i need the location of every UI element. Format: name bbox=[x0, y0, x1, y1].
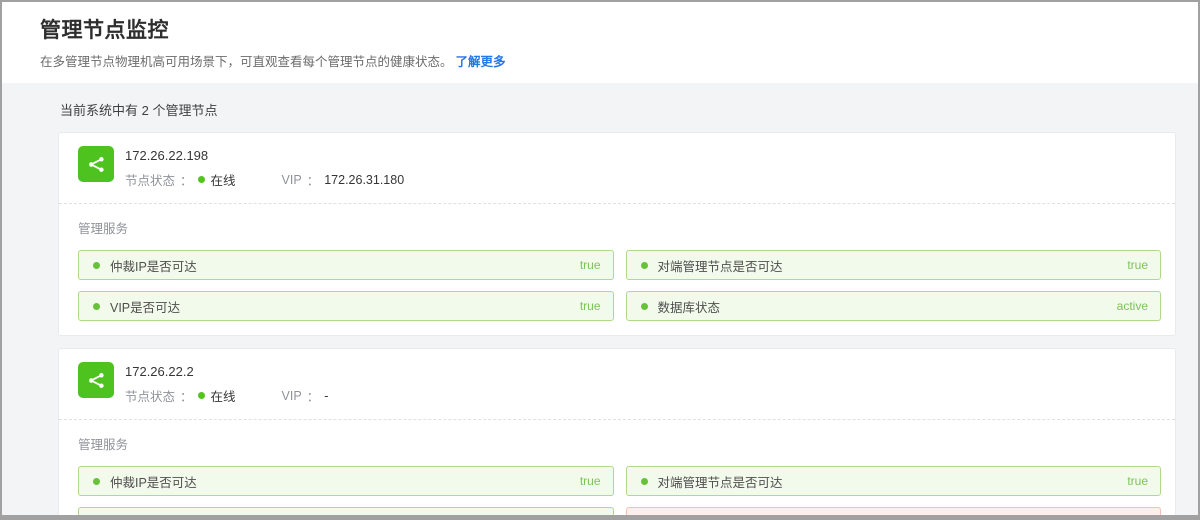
service-label: 对端管理节点是否可达 bbox=[658, 256, 1128, 275]
node-status-value: 在线 bbox=[211, 170, 236, 189]
node-meta: 节点状态 ： 在线 VIP ： - bbox=[125, 386, 328, 405]
service-value: active bbox=[1117, 299, 1148, 313]
share-network-glyph bbox=[87, 371, 106, 390]
app-window: 管理节点监控 在多管理节点物理机高可用场景下，可直观查看每个管理节点的健康状态。… bbox=[0, 0, 1200, 520]
node-card: 172.26.22.2 节点状态 ： 在线 VIP ： - bbox=[58, 348, 1176, 520]
service-value: true bbox=[580, 515, 601, 520]
service-tile: VIP是否可达 true bbox=[78, 507, 614, 520]
content-area: 当前系统中有 2 个管理节点 172.26.22.198 节点状态 bbox=[2, 83, 1198, 520]
learn-more-link[interactable]: 了解更多 bbox=[456, 55, 506, 69]
service-tile: VIP是否可达 true bbox=[78, 291, 614, 321]
node-card: 172.26.22.198 节点状态 ： 在线 VIP ： 172.26.31.… bbox=[58, 132, 1176, 336]
node-ip: 172.26.22.198 bbox=[125, 146, 404, 163]
node-status-label: 节点状态 bbox=[125, 386, 175, 405]
service-status-dot bbox=[641, 478, 648, 485]
service-status-dot bbox=[93, 478, 100, 485]
page-title: 管理节点监控 bbox=[40, 14, 1158, 44]
vip-group: VIP ： - bbox=[282, 386, 329, 405]
service-status-dot bbox=[93, 303, 100, 310]
services-title: 管理服务 bbox=[78, 434, 1161, 453]
colon: ： bbox=[307, 170, 320, 189]
node-status-value: 在线 bbox=[211, 386, 236, 405]
service-tile: 仲裁IP是否可达 true bbox=[78, 466, 614, 496]
service-status-dot bbox=[93, 262, 100, 269]
online-status-dot bbox=[198, 392, 205, 399]
page-header: 管理节点监控 在多管理节点物理机高可用场景下，可直观查看每个管理节点的健康状态。… bbox=[2, 2, 1198, 83]
service-label: 对端管理节点是否可达 bbox=[658, 472, 1128, 491]
service-label: 仲裁IP是否可达 bbox=[110, 472, 580, 491]
share-network-glyph bbox=[87, 155, 106, 174]
service-label: VIP是否可达 bbox=[110, 513, 580, 520]
service-tile: 对端管理节点是否可达 true bbox=[626, 250, 1162, 280]
node-card-header: 172.26.22.198 节点状态 ： 在线 VIP ： 172.26.31.… bbox=[59, 133, 1175, 189]
node-count-label: 当前系统中有 2 个管理节点 bbox=[60, 100, 1198, 119]
node-status-label: 节点状态 bbox=[125, 170, 175, 189]
page-subtitle-text: 在多管理节点物理机高可用场景下，可直观查看每个管理节点的健康状态。 bbox=[40, 55, 453, 69]
service-value: error bbox=[1123, 515, 1148, 520]
services-title: 管理服务 bbox=[78, 218, 1161, 237]
service-label: 仲裁IP是否可达 bbox=[110, 256, 580, 275]
online-status-dot bbox=[198, 176, 205, 183]
vip-value: - bbox=[324, 389, 328, 403]
node-card-body: 管理服务 仲裁IP是否可达 true 对端管理节点是否可达 true VI bbox=[59, 204, 1175, 335]
service-status-dot bbox=[641, 303, 648, 310]
service-tile: 数据库状态 error bbox=[626, 507, 1162, 520]
node-info: 172.26.22.198 节点状态 ： 在线 VIP ： 172.26.31.… bbox=[125, 146, 404, 189]
management-node-icon bbox=[78, 362, 114, 398]
service-tile: 数据库状态 active bbox=[626, 291, 1162, 321]
service-label: 数据库状态 bbox=[658, 297, 1117, 316]
colon: ： bbox=[180, 170, 193, 189]
services-grid: 仲裁IP是否可达 true 对端管理节点是否可达 true VIP是否可达 tr… bbox=[78, 466, 1161, 520]
service-value: true bbox=[580, 474, 601, 488]
services-grid: 仲裁IP是否可达 true 对端管理节点是否可达 true VIP是否可达 tr… bbox=[78, 250, 1161, 321]
service-label: 数据库状态 bbox=[658, 513, 1123, 520]
colon: ： bbox=[180, 386, 193, 405]
node-card-header: 172.26.22.2 节点状态 ： 在线 VIP ： - bbox=[59, 349, 1175, 405]
service-value: true bbox=[580, 258, 601, 272]
node-card-body: 管理服务 仲裁IP是否可达 true 对端管理节点是否可达 true VI bbox=[59, 420, 1175, 520]
node-meta: 节点状态 ： 在线 VIP ： 172.26.31.180 bbox=[125, 170, 404, 189]
service-value: true bbox=[1127, 258, 1148, 272]
node-ip: 172.26.22.2 bbox=[125, 362, 328, 379]
vip-label: VIP bbox=[282, 389, 302, 403]
node-info: 172.26.22.2 节点状态 ： 在线 VIP ： - bbox=[125, 362, 328, 405]
service-value: true bbox=[1127, 474, 1148, 488]
vip-value: 172.26.31.180 bbox=[324, 173, 404, 187]
management-node-icon bbox=[78, 146, 114, 182]
vip-label: VIP bbox=[282, 173, 302, 187]
service-tile: 对端管理节点是否可达 true bbox=[626, 466, 1162, 496]
colon: ： bbox=[307, 386, 320, 405]
service-label: VIP是否可达 bbox=[110, 297, 580, 316]
service-value: true bbox=[580, 299, 601, 313]
page-subtitle: 在多管理节点物理机高可用场景下，可直观查看每个管理节点的健康状态。了解更多 bbox=[40, 51, 1158, 70]
service-status-dot bbox=[641, 262, 648, 269]
vip-group: VIP ： 172.26.31.180 bbox=[282, 170, 405, 189]
service-tile: 仲裁IP是否可达 true bbox=[78, 250, 614, 280]
